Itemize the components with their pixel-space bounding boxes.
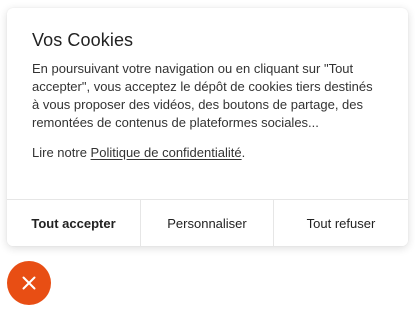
close-icon [22, 276, 36, 290]
accept-all-button[interactable]: Tout accepter [7, 200, 141, 246]
cookie-consent-dialog: Vos Cookies En poursuivant votre navigat… [7, 8, 408, 246]
privacy-policy-link[interactable]: Politique de confidentialité [91, 145, 242, 160]
refuse-all-button[interactable]: Tout refuser [274, 200, 408, 246]
customize-button[interactable]: Personnaliser [141, 200, 274, 246]
dialog-description: En poursuivant votre navigation ou en cl… [32, 61, 373, 130]
page: Vos Cookies En poursuivant votre navigat… [0, 0, 415, 312]
privacy-suffix: . [241, 145, 246, 160]
dialog-actions: Tout accepter Personnaliser Tout refuser [7, 199, 408, 246]
close-button[interactable] [7, 261, 51, 305]
privacy-line: Lire notre Politique de confidentialité. [32, 144, 382, 162]
dialog-title: Vos Cookies [32, 30, 134, 50]
dialog-body: Vos Cookies En poursuivant votre navigat… [32, 28, 382, 162]
privacy-prefix: Lire notre [32, 145, 91, 160]
